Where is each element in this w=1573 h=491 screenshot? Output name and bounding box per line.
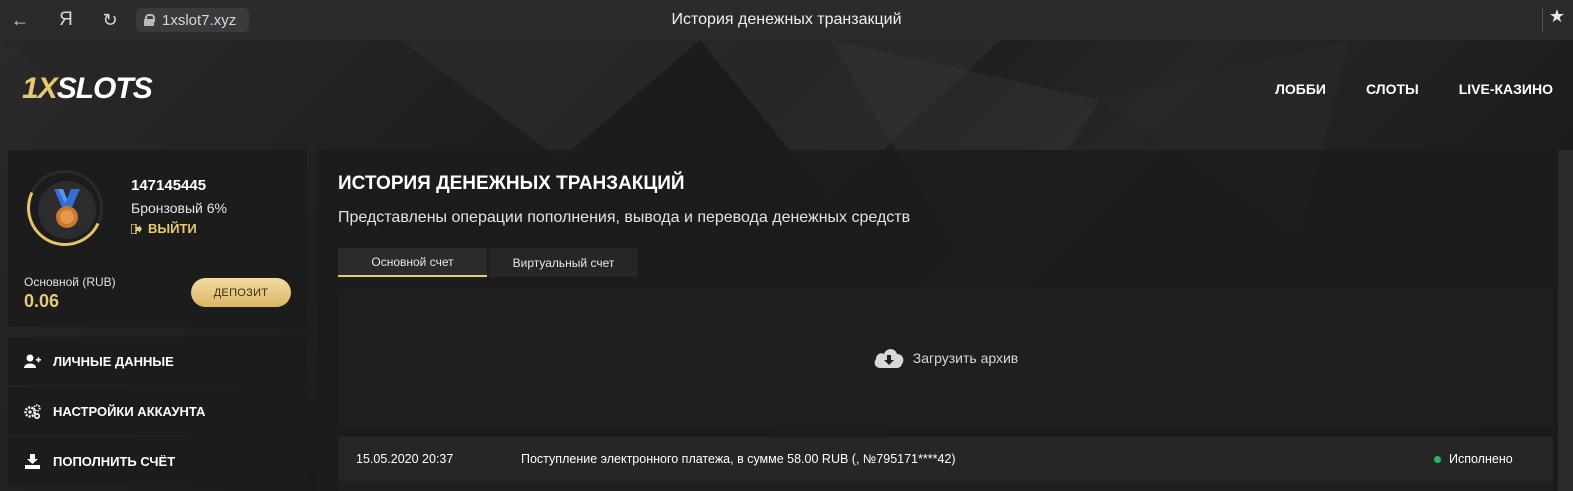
status-dot-icon <box>1434 455 1441 463</box>
cloud-download-icon <box>874 349 904 368</box>
logout-link[interactable]: ВЫЙТИ <box>131 221 197 236</box>
user-add-icon <box>24 353 41 370</box>
profile-card: 147145445 Бронзовый 6% ВЫЙТИ Основной (R… <box>8 150 307 327</box>
tab-main-account[interactable]: Основной счет <box>338 248 487 277</box>
tab-virtual-account[interactable]: Виртуальный счет <box>489 248 638 277</box>
loyalty-level: Бронзовый 6% <box>131 200 227 216</box>
sidebar-item-top-up[interactable]: ПОПОЛНИТЬ СЧЁТ <box>8 437 307 485</box>
balance-value: 0.06 <box>24 291 60 311</box>
sidebar-item-label: ПОПОЛНИТЬ СЧЁТ <box>53 453 176 469</box>
transaction-description: Поступление электронного платежа, в сумм… <box>521 452 956 466</box>
page-title: ИСТОРИЯ ДЕНЕЖНЫХ ТРАНЗАКЦИЙ <box>338 173 685 194</box>
main-nav: ЛОББИ СЛОТЫ LIVE-КАЗИНО <box>1275 81 1553 97</box>
download-archive-area[interactable]: Загрузить архив <box>338 289 1553 427</box>
balance-label: Основной (RUB) <box>24 275 116 289</box>
sidebar-item-label: ЛИЧНЫЕ ДАННЫЕ <box>53 353 174 369</box>
logo-suffix: SLOTS <box>56 72 153 105</box>
deposit-button[interactable]: ДЕПОЗИТ <box>191 278 291 307</box>
bronze-medal-icon <box>54 189 80 228</box>
nav-slots[interactable]: СЛОТЫ <box>1366 81 1419 97</box>
table-row-partial <box>338 481 1553 491</box>
page-scrollbar[interactable] <box>1558 150 1573 491</box>
user-id: 147145445 <box>131 177 207 194</box>
status-label: Исполнено <box>1449 452 1513 466</box>
gears-icon <box>24 403 41 420</box>
bookmark-star-icon[interactable]: ★ <box>1549 6 1565 27</box>
download-icon <box>24 453 41 470</box>
nav-live-casino[interactable]: LIVE-КАЗИНО <box>1459 81 1553 97</box>
logout-label: ВЫЙТИ <box>148 221 197 236</box>
site-logo[interactable]: 1XSLOTS <box>22 72 153 106</box>
sidebar-item-personal-data[interactable]: ЛИЧНЫЕ ДАННЫЕ <box>8 337 307 385</box>
page-subtitle: Представлены операции пополнения, вывода… <box>338 209 911 226</box>
browser-toolbar: ← Я ↻ 1xslot7.xyz История денежных транз… <box>0 0 1573 40</box>
toolbar-divider <box>1542 8 1543 32</box>
tab-title: История денежных транзакций <box>671 11 902 28</box>
logout-icon <box>131 223 142 234</box>
avatar <box>38 181 96 239</box>
sidebar-item-label: НАСТРОЙКИ АККАУНТА <box>53 403 206 419</box>
transaction-date: 15.05.2020 20:37 <box>356 452 454 466</box>
site-header: 1XSLOTS ЛОББИ СЛОТЫ LIVE-КАЗИНО <box>0 40 1573 140</box>
logo-prefix: 1X <box>22 72 58 105</box>
download-archive-label: Загрузить архив <box>912 350 1019 366</box>
sidebar-item-account-settings[interactable]: НАСТРОЙКИ АККАУНТА <box>8 387 307 435</box>
table-row[interactable]: 15.05.2020 20:37 Поступление электронног… <box>338 437 1553 481</box>
nav-lobby[interactable]: ЛОББИ <box>1275 81 1326 97</box>
transaction-status: Исполнено <box>1434 452 1513 466</box>
